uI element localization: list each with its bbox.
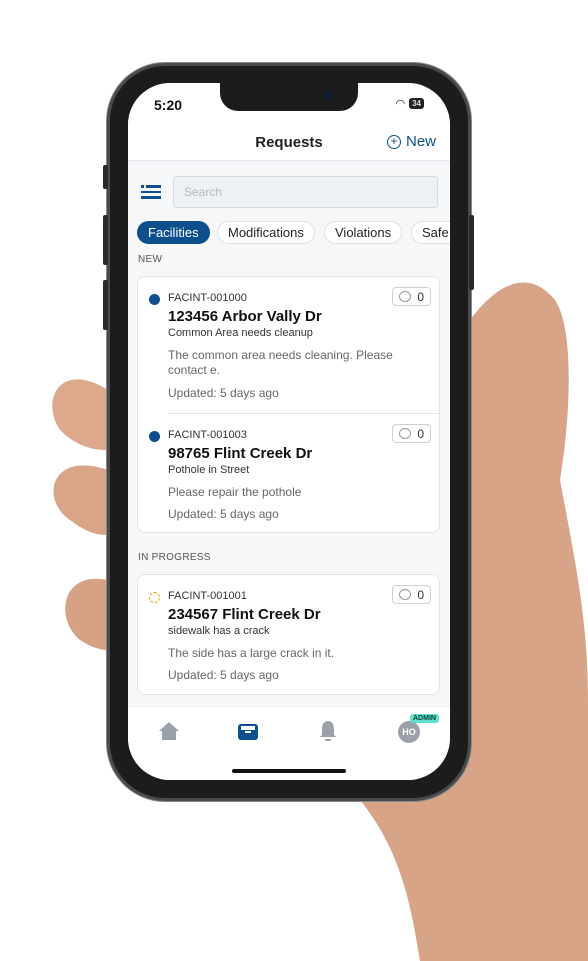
new-request-button[interactable]: + New — [386, 133, 436, 150]
status-dot — [149, 431, 160, 442]
power-button — [469, 215, 474, 290]
chip-violations[interactable]: Violations — [324, 221, 403, 244]
home-indicator — [232, 769, 346, 773]
request-description: The common area needs cleaning. Please c… — [168, 348, 393, 377]
request-id: FACINT-001001 — [168, 590, 247, 602]
list-view-icon[interactable] — [141, 185, 161, 199]
mute-switch — [103, 165, 108, 189]
chip-facilities[interactable]: Facilities — [137, 221, 210, 244]
request-item[interactable]: FACINT-001003 98765 Flint Creek Dr Potho… — [138, 414, 441, 534]
tab-profile-avatar[interactable]: HO — [398, 721, 420, 743]
notch — [220, 83, 358, 111]
comment-count: 0 — [417, 587, 424, 602]
section-new-label: NEW — [138, 254, 163, 265]
in-progress-dot — [149, 592, 160, 603]
camera — [325, 91, 333, 99]
request-card-group: FACINT-001001 234567 Flint Creek Dr side… — [137, 574, 440, 695]
tab-home-icon[interactable] — [158, 721, 180, 741]
request-subject: Pothole in Street — [168, 464, 250, 476]
request-item[interactable]: FACINT-001000 123456 Arbor Vally Dr Comm… — [138, 277, 441, 414]
request-description: The side has a large crack in it. — [168, 646, 335, 660]
tab-requests-inbox-icon[interactable] — [238, 722, 258, 740]
plus-circle-icon: + — [386, 134, 401, 149]
request-item[interactable]: FACINT-001001 234567 Flint Creek Dr side… — [138, 575, 441, 696]
new-label: New — [405, 133, 436, 150]
status-dot — [149, 294, 160, 305]
chip-modifications[interactable]: Modifications — [217, 221, 315, 244]
request-id: FACINT-001000 — [168, 292, 247, 304]
comments-button[interactable]: 0 — [392, 287, 431, 306]
tab-notifications-bell-icon[interactable] — [319, 720, 337, 742]
battery-icon: 34 — [409, 98, 424, 109]
status-time: 5:20 — [154, 97, 183, 113]
comments-button[interactable]: 0 — [392, 424, 431, 443]
comment-icon — [399, 589, 411, 600]
status-icons: ◠ 34 — [395, 97, 424, 110]
volume-down-button — [103, 280, 108, 330]
comment-count: 0 — [417, 426, 424, 441]
search-input[interactable]: Search — [173, 176, 438, 208]
request-address: 234567 Flint Creek Dr — [168, 606, 321, 623]
admin-badge: ADMIN — [410, 714, 439, 723]
request-card-group: FACINT-001000 123456 Arbor Vally Dr Comm… — [137, 276, 441, 534]
request-description: Please repair the pothole — [168, 485, 302, 499]
request-updated: Updated: 5 days ago — [168, 507, 279, 521]
app-screen: 5:20 ◠ 34 Requests + New Search Facilitie… — [128, 83, 450, 780]
request-updated: Updated: 5 days ago — [168, 668, 279, 682]
chip-safety[interactable]: Safe — [411, 221, 450, 244]
request-subject: Common Area needs cleanup — [168, 327, 313, 339]
wifi-icon: ◠ — [395, 98, 406, 110]
comment-count: 0 — [417, 289, 424, 304]
volume-up-button — [103, 215, 108, 265]
comment-icon — [399, 291, 411, 302]
comment-icon — [399, 428, 411, 439]
request-subject: sidewalk has a crack — [168, 625, 270, 637]
request-address: 98765 Flint Creek Dr — [168, 445, 313, 462]
request-address: 123456 Arbor Vally Dr — [168, 308, 322, 325]
request-updated: Updated: 5 days ago — [168, 386, 279, 400]
comments-button[interactable]: 0 — [392, 585, 431, 604]
request-id: FACINT-001003 — [168, 429, 247, 441]
section-in-progress-label: IN PROGRESS — [138, 552, 211, 563]
